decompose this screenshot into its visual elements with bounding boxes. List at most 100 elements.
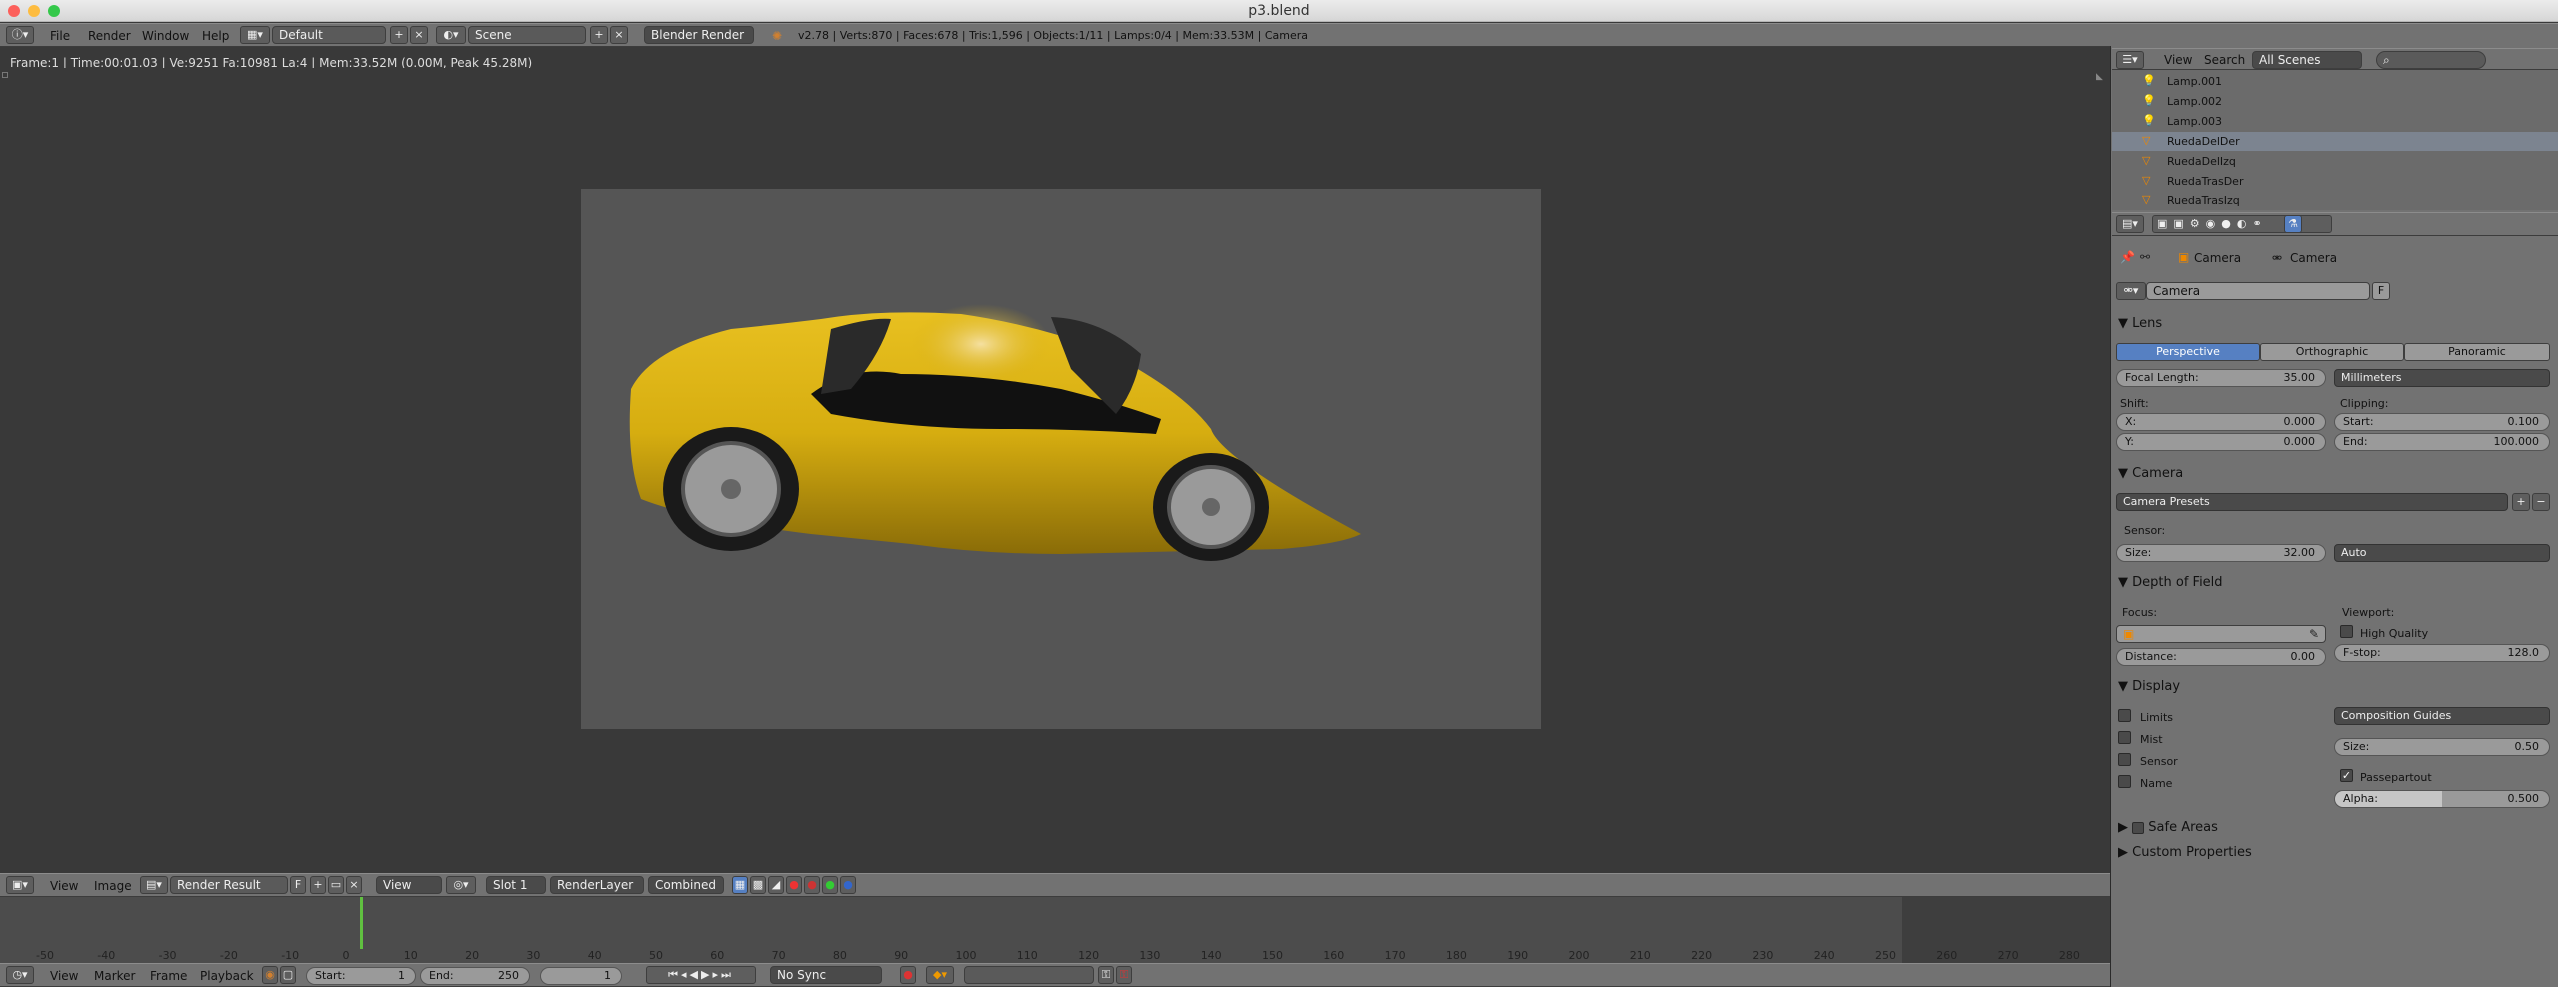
folder-icon[interactable]: ▭ bbox=[328, 876, 344, 894]
outliner-row[interactable]: 💡 Lamp.001 bbox=[2112, 72, 2558, 91]
preview-range-icon[interactable]: ◉ bbox=[262, 966, 278, 984]
lens-panel-header[interactable]: ▼ Lens bbox=[2118, 316, 2162, 331]
delete-key-icon[interactable]: ⚿ bbox=[1116, 966, 1132, 984]
alpha-slider[interactable]: Alpha: 0.500 bbox=[2334, 790, 2550, 808]
add-icon[interactable]: + bbox=[310, 876, 326, 894]
keying-set-field[interactable] bbox=[964, 966, 1094, 984]
sensor-size-field[interactable]: Size: 32.00 bbox=[2116, 544, 2326, 562]
mist-checkbox[interactable] bbox=[2118, 731, 2131, 744]
menu-search[interactable]: Search bbox=[2204, 53, 2245, 67]
perspective-tab[interactable]: Perspective bbox=[2116, 343, 2260, 361]
red-channel-icon[interactable]: ● bbox=[786, 876, 802, 894]
shift-y-field[interactable]: Y: 0.000 bbox=[2116, 433, 2326, 451]
limits-checkbox[interactable] bbox=[2118, 709, 2131, 722]
outliner-row[interactable]: ▽ RuedaDelDer bbox=[2112, 132, 2558, 151]
blue-channel-icon[interactable]: ● bbox=[840, 876, 856, 894]
menu-frame[interactable]: Frame bbox=[150, 969, 187, 983]
auto-keyframe-icon[interactable]: ● bbox=[900, 966, 916, 984]
menu-image[interactable]: Image bbox=[94, 879, 132, 893]
menu-playback[interactable]: Playback bbox=[200, 969, 254, 983]
name-checkbox[interactable] bbox=[2118, 775, 2131, 788]
lock-icon[interactable]: ▢ bbox=[280, 966, 296, 984]
safe-areas-panel-header[interactable]: ▶ Safe Areas bbox=[2118, 820, 2218, 835]
fstop-field[interactable]: F-stop: 128.0 bbox=[2334, 644, 2550, 662]
end-frame-field[interactable]: End: 250 bbox=[420, 967, 530, 985]
layout-icon[interactable]: ▦▾ bbox=[240, 26, 270, 44]
camera-presets-dropdown[interactable]: Camera Presets bbox=[2116, 493, 2508, 511]
scene-field[interactable]: Scene bbox=[468, 26, 586, 44]
clip-end-field[interactable]: End: 100.000 bbox=[2334, 433, 2550, 451]
composition-guides-dropdown[interactable]: Composition Guides bbox=[2334, 707, 2550, 725]
context-tabs[interactable]: ▣▣⚙◉●◐⚭ bbox=[2152, 215, 2332, 233]
menu-marker[interactable]: Marker bbox=[94, 969, 135, 983]
pivot-icon[interactable]: ◎▾ bbox=[446, 876, 476, 894]
current-frame-marker[interactable] bbox=[360, 897, 363, 949]
passepartout-checkbox[interactable]: ✓ bbox=[2340, 769, 2353, 782]
focus-distance-field[interactable]: Distance: 0.00 bbox=[2116, 648, 2326, 666]
menu-render[interactable]: Render bbox=[88, 29, 131, 43]
start-frame-field[interactable]: Start: 1 bbox=[306, 967, 416, 985]
editor-type-icon[interactable]: ▤▾ bbox=[2116, 215, 2144, 233]
sensor-fit-dropdown[interactable]: Auto bbox=[2334, 544, 2550, 562]
outliner-row[interactable]: ▽ RuedaTrasIzq bbox=[2112, 191, 2558, 210]
view-mode-dropdown[interactable]: View bbox=[376, 876, 442, 894]
image-browse-icon[interactable]: ▤▾ bbox=[140, 876, 168, 894]
camera-data-tab-icon[interactable]: ⚗ bbox=[2284, 215, 2302, 233]
keying-set-icon[interactable]: ◆▾ bbox=[926, 966, 954, 984]
shift-x-field[interactable]: X: 0.000 bbox=[2116, 413, 2326, 431]
fake-user-button[interactable]: F bbox=[2372, 282, 2390, 300]
custom-properties-panel-header[interactable]: ▶ Custom Properties bbox=[2118, 845, 2252, 860]
green-channel-icon[interactable]: ● bbox=[822, 876, 838, 894]
outliner-row[interactable]: 💡 Lamp.003 bbox=[2112, 112, 2558, 131]
display-mode-dropdown[interactable]: All Scenes bbox=[2252, 51, 2362, 69]
lens-unit-dropdown[interactable]: Millimeters bbox=[2334, 369, 2550, 387]
high-quality-checkbox[interactable] bbox=[2340, 625, 2353, 638]
editor-type-icon[interactable]: ◷▾ bbox=[6, 966, 34, 984]
render-layer-dropdown[interactable]: RenderLayer bbox=[550, 876, 644, 894]
orthographic-tab[interactable]: Orthographic bbox=[2260, 343, 2404, 361]
menu-window[interactable]: Window bbox=[142, 29, 189, 43]
current-frame-field[interactable]: 1 bbox=[540, 967, 622, 985]
pin-icon[interactable]: 📌 bbox=[2120, 250, 2135, 264]
slot-dropdown[interactable]: Slot 1 bbox=[486, 876, 546, 894]
timeline-area[interactable] bbox=[0, 897, 2110, 967]
menu-view[interactable]: View bbox=[50, 879, 78, 893]
camera-browse-icon[interactable]: ⚮▾ bbox=[2116, 282, 2146, 300]
display-size-field[interactable]: Size: 0.50 bbox=[2334, 738, 2550, 756]
menu-help[interactable]: Help bbox=[202, 29, 229, 43]
panoramic-tab[interactable]: Panoramic bbox=[2404, 343, 2550, 361]
clip-start-field[interactable]: Start: 0.100 bbox=[2334, 413, 2550, 431]
corner-handle-icon[interactable]: ◣ bbox=[2096, 72, 2104, 82]
outliner-row[interactable]: ▽ RuedaTrasDer bbox=[2112, 172, 2558, 191]
search-input[interactable]: ⌕ bbox=[2376, 51, 2486, 69]
layout-field[interactable]: Default bbox=[272, 26, 386, 44]
close-icon[interactable]: × bbox=[346, 876, 362, 894]
focal-length-field[interactable]: Focal Length: 35.00 bbox=[2116, 369, 2326, 387]
insert-key-icon[interactable]: ⚿ bbox=[1098, 966, 1114, 984]
playback-controls[interactable]: ⏮◂◀▶▸⏭ bbox=[646, 966, 756, 984]
add-preset-icon[interactable]: + bbox=[2512, 493, 2530, 511]
editor-type-icon[interactable]: ⓘ▾ bbox=[6, 26, 34, 44]
record-icon[interactable]: ● bbox=[804, 876, 820, 894]
close-icon[interactable]: × bbox=[610, 26, 628, 44]
display-panel-header[interactable]: ▼ Display bbox=[2118, 679, 2180, 694]
editor-type-icon[interactable]: ☰▾ bbox=[2116, 51, 2144, 69]
scene-icon[interactable]: ◐▾ bbox=[436, 26, 466, 44]
dof-panel-header[interactable]: ▼ Depth of Field bbox=[2118, 575, 2223, 590]
sensor-checkbox[interactable] bbox=[2118, 753, 2131, 766]
fake-user-button[interactable]: F bbox=[290, 876, 306, 894]
outliner-row[interactable]: 💡 Lamp.002 bbox=[2112, 92, 2558, 111]
focus-object-field[interactable]: ▣ ✎ bbox=[2116, 625, 2326, 643]
render-pass-dropdown[interactable]: Combined bbox=[648, 876, 724, 894]
add-icon[interactable]: + bbox=[390, 26, 408, 44]
corner-handle-icon[interactable] bbox=[2, 72, 8, 78]
menu-view[interactable]: View bbox=[2164, 53, 2192, 67]
sync-dropdown[interactable]: No Sync bbox=[770, 966, 882, 984]
eyedropper-icon[interactable]: ✎ bbox=[2309, 627, 2319, 641]
close-icon[interactable]: × bbox=[410, 26, 428, 44]
menu-view[interactable]: View bbox=[50, 969, 78, 983]
render-engine-dropdown[interactable]: Blender Render bbox=[644, 26, 754, 44]
safe-areas-checkbox[interactable] bbox=[2132, 821, 2145, 834]
add-icon[interactable]: + bbox=[590, 26, 608, 44]
menu-file[interactable]: File bbox=[50, 29, 70, 43]
